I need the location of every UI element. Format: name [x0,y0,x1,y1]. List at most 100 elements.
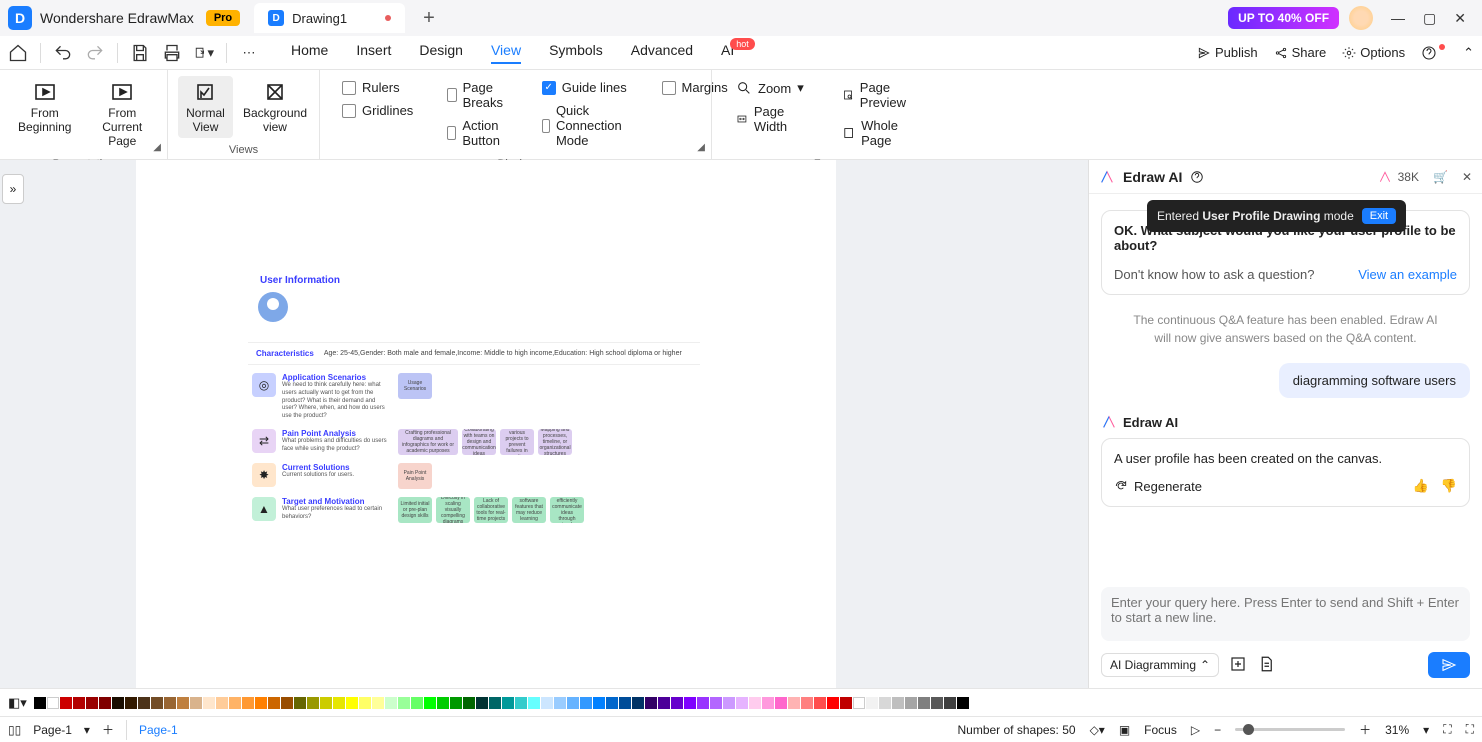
layers-icon[interactable]: ◇▾ [1090,723,1105,737]
color-swatch[interactable] [463,697,475,709]
color-swatch[interactable] [437,697,449,709]
color-swatch[interactable] [853,697,865,709]
page-dropdown-icon[interactable]: ▾ [84,723,90,737]
document-icon[interactable] [1257,655,1275,676]
color-swatch[interactable] [112,697,124,709]
color-swatch[interactable] [788,697,800,709]
color-swatch[interactable] [255,697,267,709]
share-button[interactable]: Share [1274,45,1327,60]
color-swatch[interactable] [320,697,332,709]
color-swatch[interactable] [710,697,722,709]
help-button[interactable] [1421,45,1447,61]
workspace[interactable]: » User Information Characteristics Age: … [0,160,1088,688]
color-swatch[interactable] [86,697,98,709]
color-swatch[interactable] [333,697,345,709]
color-swatch[interactable] [749,697,761,709]
undo-icon[interactable] [53,43,73,63]
insert-icon[interactable] [1229,655,1247,676]
card[interactable]: Limited initial or pre-plan design skill… [398,497,432,523]
promo-banner[interactable]: UP TO 40% OFF [1228,7,1339,29]
focus-icon[interactable]: ▣ [1119,723,1130,737]
color-swatch[interactable] [632,697,644,709]
focus-label[interactable]: Focus [1144,723,1177,737]
color-swatch[interactable] [125,697,137,709]
collapse-ribbon-icon[interactable]: ⌃ [1463,45,1474,61]
display-launcher-icon[interactable]: ◢ [697,142,705,153]
color-swatch[interactable] [905,697,917,709]
home-icon[interactable] [8,43,28,63]
expand-panel-button[interactable]: » [2,174,24,204]
presentation-launcher-icon[interactable]: ◢ [153,142,161,153]
help-icon[interactable] [1190,170,1204,184]
zoom-value[interactable]: 31% [1385,723,1409,737]
user-avatar[interactable] [1349,6,1373,30]
cart-icon[interactable]: 🛒 [1433,170,1448,184]
maximize-icon[interactable]: ▢ [1423,10,1436,27]
color-swatch[interactable] [489,697,501,709]
card[interactable]: Collaborating with teams on design and c… [462,429,496,455]
thumbs-up-icon[interactable]: 👍 [1413,478,1429,494]
redo-icon[interactable] [85,43,105,63]
page-list-icon[interactable]: ▯▯ [8,723,21,737]
zoom-slider[interactable] [1235,728,1345,731]
card[interactable]: Lack of collaborative tools for real-tim… [474,497,508,523]
from-beginning-button[interactable]: From Beginning [10,76,80,138]
color-swatch[interactable] [645,697,657,709]
rulers-checkbox[interactable]: Rulers [342,80,413,95]
save-icon[interactable] [130,43,150,63]
color-swatch[interactable] [385,697,397,709]
diagram-content[interactable]: User Information Characteristics Age: 25… [248,265,700,531]
color-swatch[interactable] [203,697,215,709]
page-tab[interactable]: Page-1 [139,723,178,737]
color-swatch[interactable] [398,697,410,709]
more-icon[interactable]: ⋯ [239,43,259,63]
color-swatch[interactable] [34,697,46,709]
color-swatch[interactable] [359,697,371,709]
ai-query-input[interactable] [1101,587,1470,641]
quickconn-checkbox[interactable]: Quick Connection Mode [542,103,628,148]
color-swatch[interactable] [528,697,540,709]
ai-mode-selector[interactable]: AI Diagramming ⌃ [1101,653,1219,677]
color-swatch[interactable] [177,697,189,709]
color-swatch[interactable] [307,697,319,709]
color-swatch[interactable] [229,697,241,709]
add-tab-button[interactable]: + [423,7,435,30]
color-swatch[interactable] [879,697,891,709]
color-swatch[interactable] [450,697,462,709]
color-swatch[interactable] [918,697,930,709]
color-swatch[interactable] [216,697,228,709]
gridlines-checkbox[interactable]: Gridlines [342,103,413,118]
color-swatch[interactable] [593,697,605,709]
palette-menu-icon[interactable]: ◧▾ [8,695,27,711]
color-swatch[interactable] [47,697,59,709]
card[interactable]: Mapping and processes, timeline, or orga… [538,429,572,455]
color-swatch[interactable] [346,697,358,709]
color-swatch[interactable] [502,697,514,709]
color-swatch[interactable] [151,697,163,709]
color-swatch[interactable] [268,697,280,709]
guidelines-checkbox[interactable]: ✓Guide lines [542,80,628,95]
background-view-button[interactable]: Background view [241,76,309,138]
close-panel-icon[interactable]: ✕ [1462,170,1472,184]
document-tab[interactable]: D Drawing1 [254,3,405,33]
color-swatch[interactable] [60,697,72,709]
send-button[interactable] [1428,652,1470,678]
page-width-button[interactable]: Page Width [736,104,804,134]
color-swatch[interactable] [957,697,969,709]
publish-button[interactable]: Publish [1197,45,1258,60]
color-swatch[interactable] [424,697,436,709]
color-swatch[interactable] [827,697,839,709]
menu-view[interactable]: View [491,42,521,64]
color-swatch[interactable] [775,697,787,709]
color-swatch[interactable] [281,697,293,709]
card[interactable]: Usage Scenarios [398,373,432,399]
actionbutton-checkbox[interactable]: Action Button [447,118,507,148]
menu-design[interactable]: Design [419,42,463,64]
normal-view-button[interactable]: Normal View [178,76,233,138]
color-swatch[interactable] [242,697,254,709]
color-swatch[interactable] [190,697,202,709]
ai-chat-body[interactable]: Entered User Profile Drawing mode Exit O… [1089,194,1482,577]
color-swatch[interactable] [73,697,85,709]
fullscreen-icon[interactable]: ⛶ [1466,722,1474,737]
color-swatch[interactable] [372,697,384,709]
